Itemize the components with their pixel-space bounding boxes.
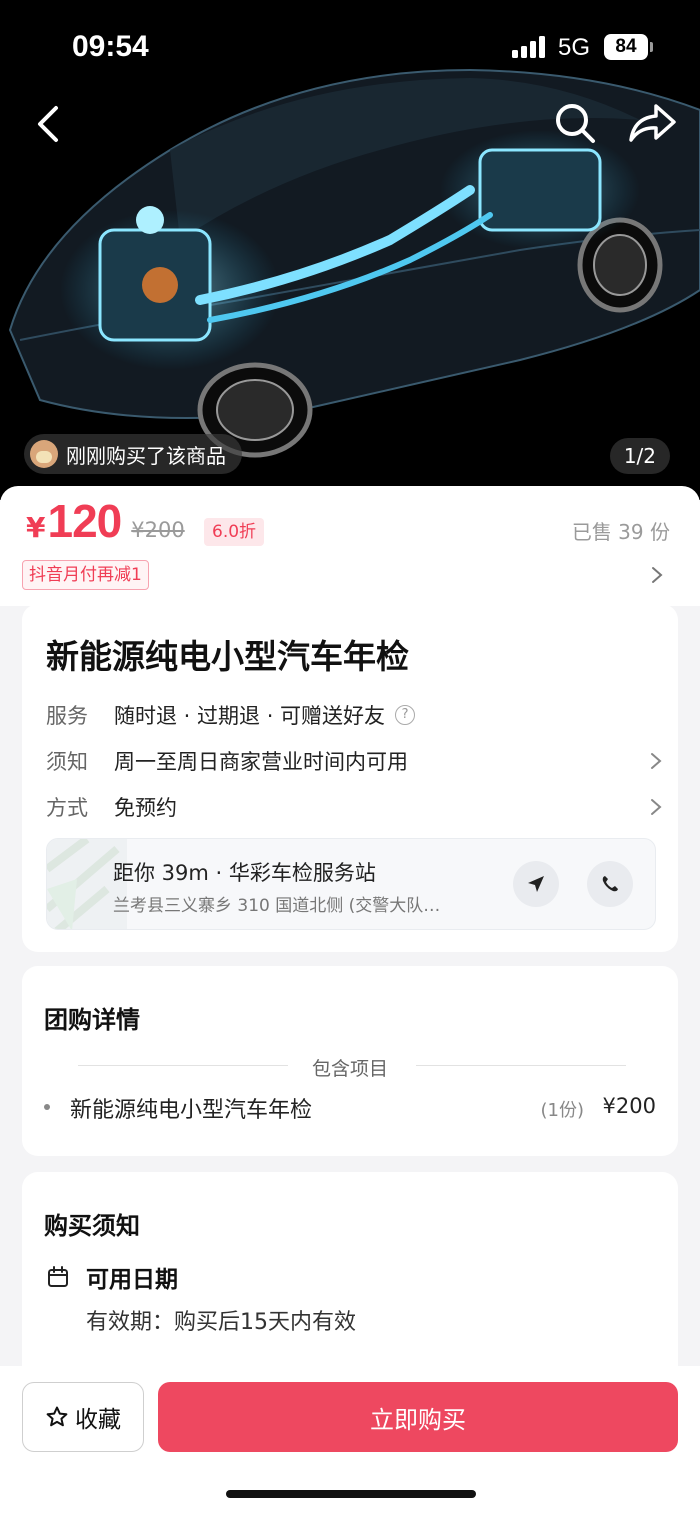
item-price: ¥200: [602, 1094, 656, 1118]
avatar: [30, 440, 58, 468]
star-icon: [46, 1406, 68, 1427]
included-items-label: 包含项目: [311, 1058, 388, 1080]
product-info-card: 新能源纯电小型汽车年检 服务 随时退 · 过期退 · 可赠送好友 ? 须知 周一…: [22, 604, 678, 952]
currency-symbol: ¥: [26, 511, 46, 544]
chevron-left-icon[interactable]: [28, 100, 72, 148]
battery-icon: [650, 42, 653, 52]
available-date-label: 可用日期: [86, 1267, 178, 1293]
purchase-notice-title: 购买须知: [44, 1212, 140, 1240]
store-location-card[interactable]: 距你 39m · 华彩车检服务站 兰考县三义寨乡 310 国道北侧 (交警大队…: [46, 838, 656, 930]
original-price: ¥200: [131, 518, 185, 542]
method-row[interactable]: 方式 免预约: [46, 792, 666, 822]
home-indicator: [226, 1490, 476, 1498]
chevron-right-icon[interactable]: [650, 566, 664, 584]
signal-icon: [512, 36, 545, 58]
sold-count: 已售 39 份: [571, 520, 670, 544]
promo-badge[interactable]: 抖音月付再减1: [22, 560, 149, 590]
buy-now-button[interactable]: 立即购买: [158, 1382, 678, 1452]
deal-details-card: 团购详情 包含项目 新能源纯电小型汽车年检 (1份) ¥200: [22, 966, 678, 1156]
call-button[interactable]: [587, 861, 633, 907]
bullet: [44, 1104, 50, 1110]
bottom-action-bar: 收藏 立即购买: [0, 1366, 700, 1514]
product-image-carousel[interactable]: 09:54 5G 84 刚刚购买了该商品 1/2: [0, 0, 700, 500]
notice-row[interactable]: 须知 周一至周日商家营业时间内可用: [46, 746, 666, 776]
phone-icon: [602, 876, 618, 892]
chevron-right-icon: [651, 753, 662, 769]
share-icon[interactable]: [626, 100, 678, 146]
item-quantity: (1份): [540, 1100, 585, 1121]
navigate-button[interactable]: [513, 861, 559, 907]
question-icon[interactable]: ?: [395, 705, 416, 725]
item-name: 新能源纯电小型汽车年检: [70, 1098, 313, 1123]
notice-label: 须知: [46, 750, 88, 774]
discount-badge: 6.0折: [204, 518, 265, 546]
store-address: 兰考县三义寨乡 310 国道北侧 (交警大队…: [113, 896, 441, 916]
calendar-icon: [48, 1266, 68, 1287]
navigation-arrow-icon: [528, 876, 544, 892]
method-value: 免预约: [114, 796, 177, 820]
status-bar: 09:54 5G 84: [0, 26, 700, 70]
status-time: 09:54: [72, 30, 149, 63]
favorite-label: 收藏: [75, 1407, 121, 1433]
chevron-right-icon: [651, 799, 662, 815]
favorite-button[interactable]: 收藏: [22, 1382, 144, 1452]
network-type: 5G: [558, 34, 591, 61]
service-value: 随时退 · 过期退 · 可赠送好友: [114, 704, 386, 728]
search-icon[interactable]: [552, 100, 598, 146]
store-name: 距你 39m · 华彩车检服务站: [113, 861, 376, 885]
price-section: ¥ 120 ¥200 6.0折 已售 39 份 抖音月付再减1: [0, 486, 700, 606]
recent-buyer-text: 刚刚购买了该商品: [66, 443, 226, 468]
image-counter: 1/2: [609, 438, 670, 474]
service-label: 服务: [46, 704, 88, 728]
validity-text: 有效期：购买后15天内有效: [86, 1310, 356, 1335]
list-item: 新能源纯电小型汽车年检 (1份) ¥200: [44, 1092, 656, 1124]
car-xray-image: [0, 0, 700, 500]
battery-level: 84: [604, 34, 648, 60]
recent-buyer-notice: 刚刚购买了该商品: [24, 434, 242, 474]
notice-value: 周一至周日商家营业时间内可用: [114, 750, 408, 774]
deal-details-title: 团购详情: [44, 1006, 140, 1034]
purchase-notice-card: 购买须知 可用日期 有效期：购买后15天内有效: [22, 1172, 678, 1392]
current-price: 120: [47, 495, 122, 547]
available-date-heading: 可用日期: [46, 1260, 178, 1294]
service-row[interactable]: 服务 随时退 · 过期退 · 可赠送好友 ?: [46, 700, 666, 730]
method-label: 方式: [46, 796, 88, 820]
product-title: 新能源纯电小型汽车年检: [46, 637, 409, 676]
